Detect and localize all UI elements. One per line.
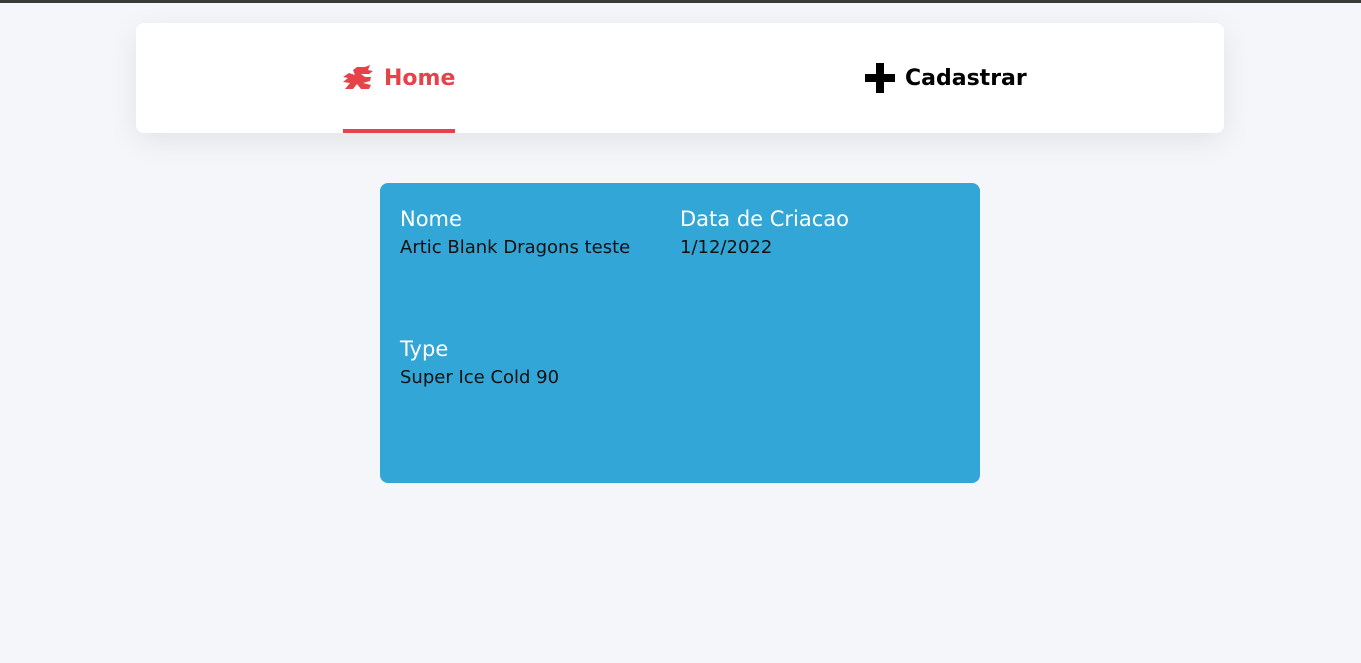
- nav-home-link[interactable]: Home: [343, 23, 456, 133]
- data-criacao-value: 1/12/2022: [680, 237, 773, 258]
- top-navbar: Home Cadastrar: [136, 23, 1224, 133]
- data-criacao-field: Data de Criacao 1/12/2022: [680, 206, 849, 260]
- nome-label: Nome: [400, 207, 462, 231]
- data-criacao-label: Data de Criacao: [680, 207, 850, 231]
- nav-cadastrar-link[interactable]: Cadastrar: [864, 23, 1027, 133]
- nav-home-label: Home: [384, 65, 456, 91]
- active-tab-indicator: [343, 129, 456, 133]
- nome-value: Artic Blank Dragons teste: [400, 237, 631, 258]
- plus-icon: [864, 63, 896, 93]
- dragon-card[interactable]: Nome Artic Blank Dragons teste Data de C…: [380, 183, 980, 483]
- nav-cadastrar-label: Cadastrar: [905, 65, 1027, 91]
- type-label: Type: [400, 337, 449, 361]
- type-value: Super Ice Cold 90: [400, 367, 560, 388]
- type-field: Type Super Ice Cold 90: [400, 336, 559, 390]
- dragon-icon: [343, 65, 375, 91]
- nome-field: Nome Artic Blank Dragons teste: [400, 206, 630, 260]
